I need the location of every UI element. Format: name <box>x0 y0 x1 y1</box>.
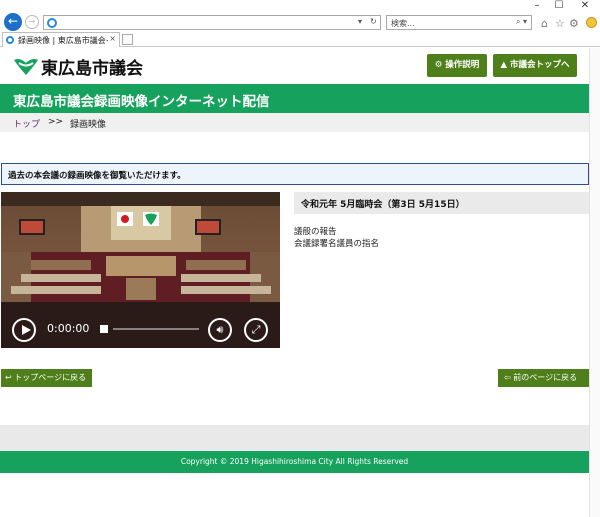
gear-icon: ⚙ <box>434 60 443 70</box>
video-time: 0:00:00 <box>47 322 90 335</box>
arrow-left-icon: ⇦ <box>504 373 511 382</box>
search-placeholder: 検索... <box>391 19 415 28</box>
browser-navbar: ← → ▾ ↻ 検索... ⌕ ▾ <box>0 12 600 32</box>
council-top-button-label: 市議会トップへ <box>510 60 570 70</box>
back-to-top-button[interactable]: ↩ トップページに戻る <box>1 369 92 387</box>
manual-button[interactable]: ⚙ 操作説明 <box>427 54 487 77</box>
ie-icon <box>6 36 14 44</box>
address-bar[interactable]: ▾ ↻ <box>43 15 381 30</box>
window-titlebar: – ☐ ✕ <box>0 0 600 12</box>
refresh-icon[interactable]: ↻ <box>370 17 377 26</box>
video-frame <box>1 192 280 348</box>
tab-title: 録画映像 | 東広島市議会イ... <box>18 36 108 45</box>
breadcrumb: トップ >> 録画映像 <box>0 113 589 132</box>
search-input[interactable]: 検索... ⌕ ▾ <box>386 15 532 30</box>
agenda-item[interactable]: 議般の報告 <box>294 226 379 238</box>
tab-bar: 録画映像 | 東広島市議会イ... × <box>0 32 600 47</box>
back-to-previous-label: 前のページに戻る <box>513 373 578 382</box>
page-banner: 東広島市議会録画映像インターネット配信 <box>0 84 589 113</box>
stop-button[interactable] <box>100 325 108 333</box>
maximize-button[interactable]: ☐ <box>548 0 570 12</box>
ie-icon <box>47 18 57 28</box>
window-right-edge <box>589 48 600 517</box>
close-window-button[interactable]: ✕ <box>574 0 596 12</box>
smiley-icon[interactable] <box>586 17 597 28</box>
back-arrow-icon[interactable]: ← <box>4 13 22 31</box>
copyright-text: Copyright © 2019 Higashihiroshima City A… <box>180 457 409 466</box>
star-icon[interactable]: ☆ <box>555 17 565 30</box>
agenda-list: 議般の報告 会議録署名議員の指名 <box>294 226 379 250</box>
page-title: 東広島市議会録画映像インターネット配信 <box>13 94 270 110</box>
home-icon[interactable]: ⌂ <box>541 17 548 30</box>
back-to-previous-button[interactable]: ⇦ 前のページに戻る <box>498 369 589 387</box>
forward-arrow-icon[interactable]: → <box>25 15 39 29</box>
new-tab-button[interactable] <box>122 34 133 45</box>
agenda-item[interactable]: 会議録署名議員の指名 <box>294 238 379 250</box>
return-arrow-icon: ↩ <box>5 373 12 382</box>
search-icon[interactable]: ⌕ ▾ <box>516 17 527 27</box>
play-button[interactable] <box>12 318 36 342</box>
back-to-top-label: トップページに戻る <box>14 373 87 382</box>
breadcrumb-current: 録画映像 <box>70 120 107 130</box>
breadcrumb-separator: >> <box>48 117 64 127</box>
breadcrumb-home-link[interactable]: トップ <box>13 117 40 130</box>
footer-spacer <box>0 425 589 451</box>
volume-icon[interactable]: 🔊︎ <box>208 318 232 342</box>
building-icon: ▲ <box>500 60 508 70</box>
browser-tab[interactable]: 録画映像 | 東広島市議会イ... × <box>2 32 120 47</box>
minimize-button[interactable]: – <box>526 0 548 12</box>
close-icon[interactable]: × <box>109 34 116 43</box>
city-emblem-icon <box>14 59 38 75</box>
notice-text: 過去の本会議の録画映像を御覧いただけます。 <box>8 171 186 181</box>
council-top-button[interactable]: ▲ 市議会トップへ <box>493 54 577 77</box>
logo-text: 東広島市議会 <box>41 59 143 79</box>
fullscreen-icon[interactable]: ⤢ <box>244 318 268 342</box>
seek-bar[interactable] <box>113 328 199 330</box>
play-icon <box>22 325 31 335</box>
meeting-title-box: 令和元年 5月臨時会（第3日 5月15日） <box>294 192 589 214</box>
footer: Copyright © 2019 Higashihiroshima City A… <box>0 451 589 473</box>
chevron-down-icon[interactable]: ▾ <box>358 17 362 26</box>
meeting-title: 令和元年 5月臨時会（第3日 5月15日） <box>301 200 465 210</box>
manual-button-label: 操作説明 <box>445 60 480 70</box>
video-player[interactable]: 0:00:00 🔊︎ ⤢ <box>1 192 280 348</box>
notice-box: 過去の本会議の録画映像を御覧いただけます。 <box>1 163 589 185</box>
gear-icon[interactable]: ⚙ <box>569 17 579 30</box>
